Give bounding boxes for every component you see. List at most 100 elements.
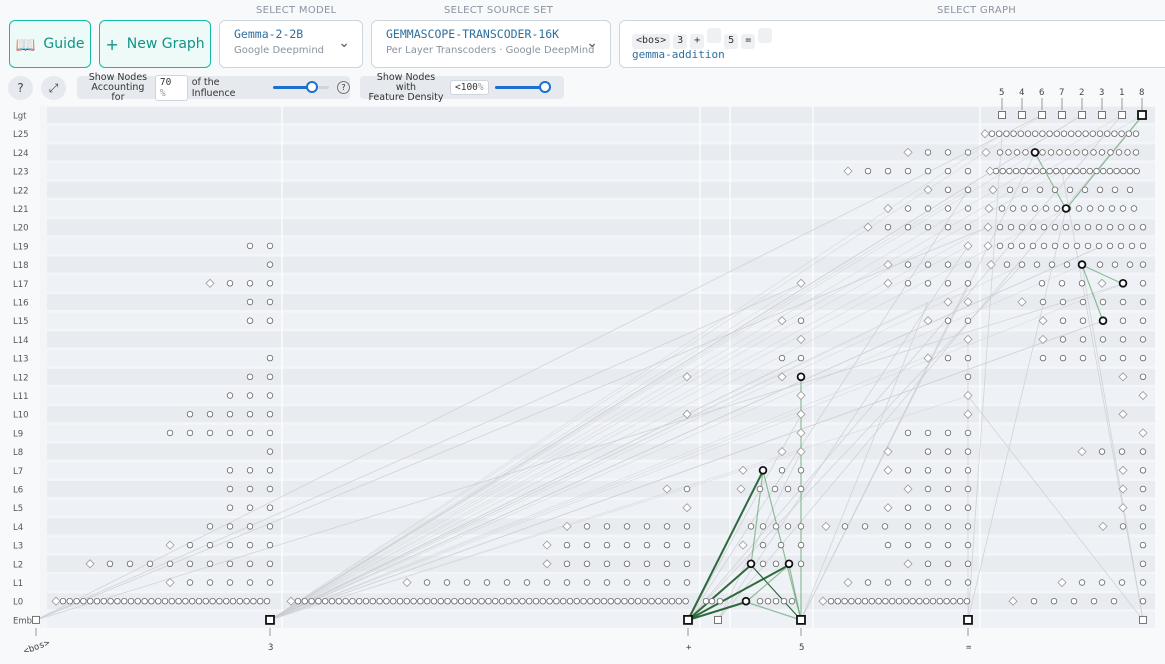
feature-node xyxy=(788,598,796,605)
feature-node xyxy=(376,598,383,605)
feature-node xyxy=(884,541,892,549)
feature-node xyxy=(1077,260,1087,269)
feature-node xyxy=(266,373,274,380)
feature-node xyxy=(1119,317,1127,324)
feature-node xyxy=(146,560,154,567)
attribution-graph[interactable]: LgtL25L24L23L22L21L20L19L18L17L16L15L14L… xyxy=(0,80,1165,664)
guide-label: Guide xyxy=(43,36,85,52)
feature-node xyxy=(1099,167,1107,175)
feature-node xyxy=(186,560,194,567)
feature-node xyxy=(655,598,662,605)
layer-label: Emb xyxy=(13,616,32,626)
token-node xyxy=(32,615,40,624)
feature-node xyxy=(964,317,972,324)
guide-button[interactable]: 📖 Guide xyxy=(9,20,91,68)
feature-node xyxy=(226,560,234,567)
feature-node xyxy=(924,261,932,268)
feature-node xyxy=(266,298,274,306)
source-set-section-label: SELECT SOURCE SET xyxy=(444,5,554,16)
prompt-token: <bos> xyxy=(632,34,671,49)
feature-node xyxy=(1119,523,1127,530)
feature-node xyxy=(708,598,716,605)
feature-node xyxy=(583,579,591,586)
feature-node xyxy=(563,541,571,549)
feature-node xyxy=(226,280,234,287)
feature-node xyxy=(583,541,591,549)
feature-node xyxy=(1106,223,1114,231)
feature-node xyxy=(904,579,912,586)
token-node xyxy=(1139,615,1147,624)
feature-node xyxy=(1118,579,1126,586)
feature-node xyxy=(924,541,932,549)
feature-node xyxy=(784,485,792,493)
feature-node xyxy=(716,598,724,605)
feature-node xyxy=(186,411,194,418)
token-label: + xyxy=(686,643,692,653)
feature-node xyxy=(623,560,631,567)
feature-node xyxy=(362,598,370,605)
feature-node xyxy=(964,354,972,362)
feature-node xyxy=(206,541,214,549)
feature-node xyxy=(996,242,1004,250)
feature-node xyxy=(1058,280,1066,287)
token-node xyxy=(1098,111,1106,119)
feature-node xyxy=(120,598,128,605)
graph-section-label: SELECT GRAPH xyxy=(937,5,1017,16)
feature-node xyxy=(882,598,889,605)
feature-node xyxy=(623,523,631,530)
layer-label: L10 xyxy=(13,411,29,421)
feature-node xyxy=(1003,130,1010,137)
feature-node xyxy=(266,317,274,324)
feature-node xyxy=(1139,541,1147,549)
new-graph-button[interactable]: + New Graph xyxy=(99,20,211,68)
feature-node xyxy=(600,598,608,605)
feature-node xyxy=(266,261,274,268)
feature-node xyxy=(226,523,234,530)
feature-node xyxy=(1018,223,1026,231)
feature-node xyxy=(1139,298,1147,306)
graph-select[interactable]: <bos> 3 +5 = gemma-addition xyxy=(619,20,1165,68)
feature-node xyxy=(614,598,621,605)
prompt-token xyxy=(758,28,773,43)
feature-node xyxy=(924,205,932,212)
token-node xyxy=(1137,110,1147,120)
feature-node xyxy=(1126,167,1134,175)
book-icon: 📖 xyxy=(15,34,36,54)
feature-node xyxy=(1047,149,1055,156)
feature-node xyxy=(861,598,869,605)
prompt-token: 3 xyxy=(673,34,688,49)
token-node xyxy=(1078,111,1086,119)
plus-icon: + xyxy=(105,34,119,54)
source-set-select[interactable]: GEMMASCOPE-TRANSCODER-16K Per Layer Tran… xyxy=(371,20,611,68)
feature-node xyxy=(1051,223,1059,231)
feature-node xyxy=(1079,167,1087,175)
feature-node xyxy=(1099,354,1107,362)
feature-node xyxy=(424,598,431,605)
feature-node xyxy=(410,598,417,605)
feature-node xyxy=(1040,223,1048,231)
feature-node xyxy=(923,598,930,605)
feature-node xyxy=(944,523,952,530)
feature-node xyxy=(175,598,182,605)
model-select[interactable]: Gemma-2-2B Google Deepmind ⌄ xyxy=(219,20,363,68)
feature-node xyxy=(861,523,869,530)
feature-node xyxy=(963,598,971,605)
feature-node xyxy=(964,205,972,212)
feature-node xyxy=(349,598,356,605)
feature-node xyxy=(1139,280,1147,287)
logit-label: 7 xyxy=(1059,88,1064,98)
feature-node xyxy=(263,598,271,605)
feature-node xyxy=(797,523,805,530)
feature-node xyxy=(1073,149,1080,156)
feature-node xyxy=(250,598,257,605)
feature-node xyxy=(1038,280,1046,287)
feature-node xyxy=(266,579,274,586)
feature-node xyxy=(771,485,779,493)
feature-node xyxy=(1126,186,1134,193)
feature-node xyxy=(1118,278,1128,288)
feature-node xyxy=(1031,205,1039,212)
feature-node xyxy=(246,392,254,399)
logit-label: 3 xyxy=(1099,88,1104,98)
feature-node xyxy=(206,523,214,530)
feature-node xyxy=(246,280,254,287)
